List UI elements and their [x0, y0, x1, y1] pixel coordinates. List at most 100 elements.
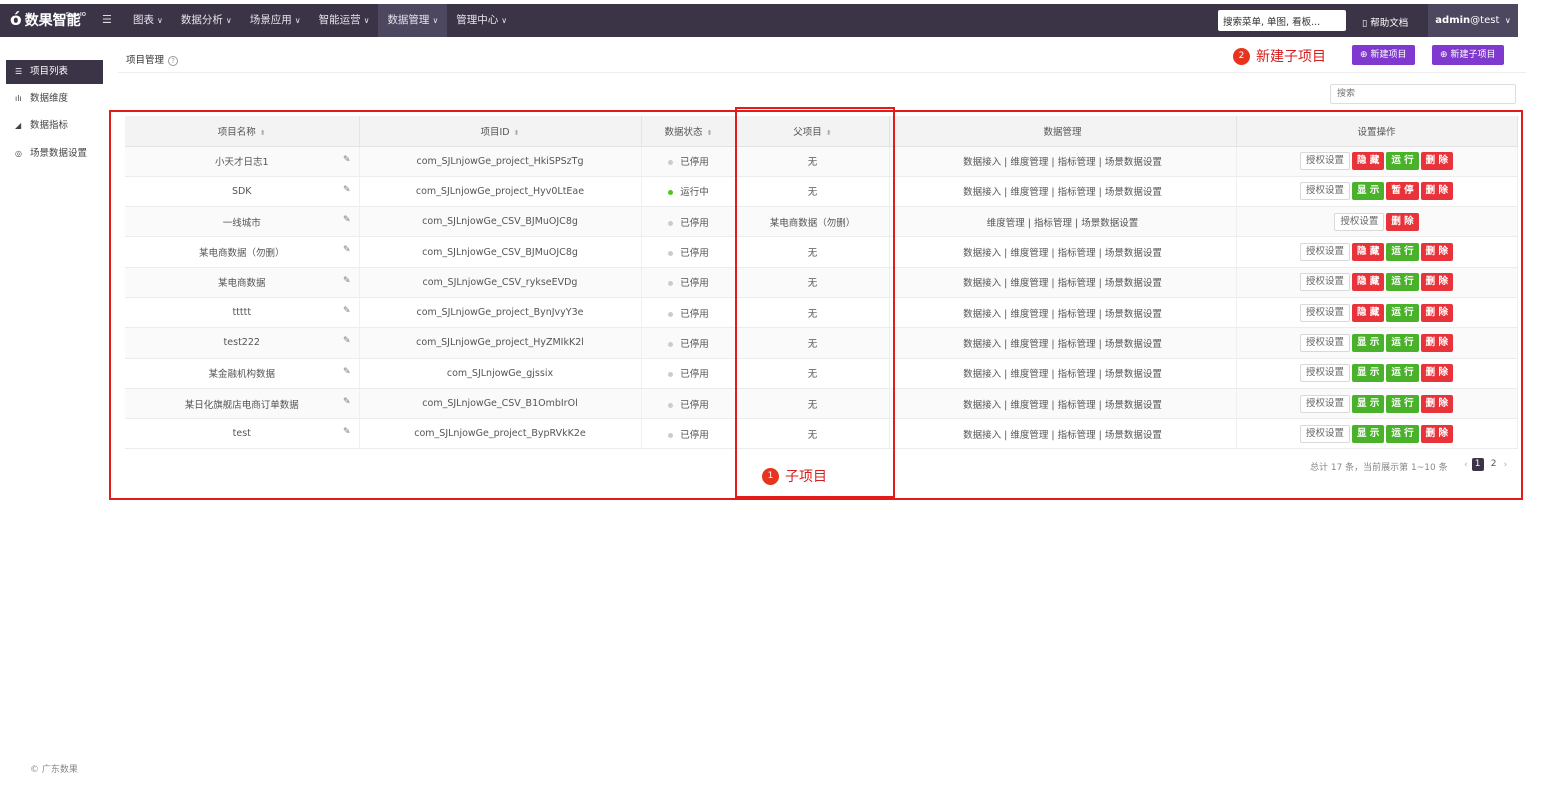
action-button[interactable]: 隐 藏: [1352, 303, 1385, 322]
data-management-link[interactable]: 指标管理: [1058, 309, 1096, 320]
data-management-link[interactable]: 指标管理: [1058, 369, 1096, 380]
action-button[interactable]: 隐 藏: [1352, 273, 1385, 292]
data-management-link[interactable]: 数据接入: [963, 339, 1001, 350]
data-management-link[interactable]: 指标管理: [1034, 218, 1072, 229]
data-management-link[interactable]: 数据接入: [963, 278, 1001, 289]
data-management-link[interactable]: 指标管理: [1058, 339, 1096, 350]
global-search-input[interactable]: [1218, 10, 1346, 31]
sort-icon[interactable]: ⬍: [260, 129, 266, 137]
data-management-link[interactable]: 场景数据设置: [1105, 400, 1162, 411]
action-button[interactable]: 删 除: [1420, 273, 1453, 292]
action-button[interactable]: 授权设置: [1300, 303, 1351, 322]
edit-icon[interactable]: ✎: [343, 306, 351, 316]
data-management-link[interactable]: 指标管理: [1058, 187, 1096, 198]
data-management-link[interactable]: 维度管理: [1010, 187, 1048, 198]
data-management-link[interactable]: 场景数据设置: [1105, 339, 1162, 350]
new-subproject-button[interactable]: ⊕ 新建子项目: [1432, 45, 1504, 65]
action-button[interactable]: 授权设置: [1300, 364, 1351, 383]
data-management-link[interactable]: 维度管理: [1010, 339, 1048, 350]
nav-item[interactable]: 场景应用 ∨: [241, 4, 310, 37]
data-management-link[interactable]: 数据接入: [963, 369, 1001, 380]
action-button[interactable]: 授权设置: [1300, 424, 1351, 443]
nav-item[interactable]: 管理中心 ∨: [447, 4, 516, 37]
prev-page-icon[interactable]: ‹: [1464, 460, 1468, 470]
action-button[interactable]: 显 示: [1352, 394, 1385, 413]
edit-icon[interactable]: ✎: [343, 427, 351, 437]
action-button[interactable]: 显 示: [1352, 182, 1385, 201]
nav-item[interactable]: 图表 ∨: [124, 4, 172, 37]
edit-icon[interactable]: ✎: [343, 336, 351, 346]
edit-icon[interactable]: ✎: [343, 397, 351, 407]
action-button[interactable]: 运 行: [1386, 394, 1419, 413]
action-button[interactable]: 删 除: [1420, 333, 1453, 352]
sidebar-item[interactable]: ılı 数据维度: [6, 87, 103, 111]
action-button[interactable]: 删 除: [1420, 394, 1453, 413]
action-button[interactable]: 删 除: [1420, 152, 1453, 171]
data-management-link[interactable]: 场景数据设置: [1105, 430, 1162, 441]
action-button[interactable]: 运 行: [1386, 152, 1419, 171]
action-button[interactable]: 隐 藏: [1352, 152, 1385, 171]
data-management-link[interactable]: 数据接入: [963, 400, 1001, 411]
data-management-link[interactable]: 维度管理: [1010, 157, 1048, 168]
action-button[interactable]: 删 除: [1420, 303, 1453, 322]
action-button[interactable]: 删 除: [1420, 182, 1453, 201]
data-management-link[interactable]: 维度管理: [1010, 309, 1048, 320]
action-button[interactable]: 删 除: [1420, 364, 1453, 383]
header-parent-project[interactable]: 父项目 ⬍: [736, 116, 890, 147]
data-management-link[interactable]: 指标管理: [1058, 278, 1096, 289]
data-management-link[interactable]: 场景数据设置: [1105, 278, 1162, 289]
edit-icon[interactable]: ✎: [343, 215, 351, 225]
action-button[interactable]: 运 行: [1386, 303, 1419, 322]
sort-icon[interactable]: ⬍: [514, 129, 520, 137]
action-button[interactable]: 显 示: [1352, 333, 1385, 352]
page-number[interactable]: 2: [1488, 458, 1500, 471]
action-button[interactable]: 授权设置: [1300, 333, 1351, 352]
action-button[interactable]: 运 行: [1386, 243, 1419, 262]
data-management-link[interactable]: 维度管理: [1010, 369, 1048, 380]
sort-icon[interactable]: ⬍: [707, 129, 713, 137]
data-management-link[interactable]: 场景数据设置: [1105, 248, 1162, 259]
edit-icon[interactable]: ✎: [343, 185, 351, 195]
data-management-link[interactable]: 数据接入: [963, 248, 1001, 259]
data-management-link[interactable]: 维度管理: [1010, 278, 1048, 289]
action-button[interactable]: 隐 藏: [1352, 243, 1385, 262]
edit-icon[interactable]: ✎: [343, 367, 351, 377]
data-management-link[interactable]: 数据接入: [963, 430, 1001, 441]
data-management-link[interactable]: 场景数据设置: [1105, 309, 1162, 320]
page-number[interactable]: 1: [1471, 458, 1484, 471]
action-button[interactable]: 暂 停: [1386, 182, 1419, 201]
edit-icon[interactable]: ✎: [343, 276, 351, 286]
data-management-link[interactable]: 数据接入: [963, 187, 1001, 198]
next-page-icon[interactable]: ›: [1504, 460, 1508, 470]
action-button[interactable]: 运 行: [1386, 333, 1419, 352]
header-project-id[interactable]: 项目ID ⬍: [359, 116, 642, 147]
nav-item[interactable]: 智能运营 ∨: [310, 4, 379, 37]
action-button[interactable]: 删 除: [1420, 243, 1453, 262]
action-button[interactable]: 运 行: [1386, 364, 1419, 383]
data-management-link[interactable]: 场景数据设置: [1105, 369, 1162, 380]
data-management-link[interactable]: 数据接入: [963, 157, 1001, 168]
data-management-link[interactable]: 场景数据设置: [1105, 187, 1162, 198]
action-button[interactable]: 授权设置: [1300, 273, 1351, 292]
action-button[interactable]: 删 除: [1386, 212, 1419, 231]
data-management-link[interactable]: 维度管理: [1010, 248, 1048, 259]
data-management-link[interactable]: 指标管理: [1058, 248, 1096, 259]
edit-icon[interactable]: ✎: [343, 245, 351, 255]
action-button[interactable]: 运 行: [1386, 424, 1419, 443]
sidebar-item[interactable]: ◎ 场景数据设置: [6, 142, 103, 166]
action-button[interactable]: 显 示: [1352, 424, 1385, 443]
data-management-link[interactable]: 数据接入: [963, 309, 1001, 320]
new-project-button[interactable]: ⊕ 新建项目: [1352, 45, 1415, 65]
data-management-link[interactable]: 场景数据设置: [1105, 157, 1162, 168]
help-docs-link[interactable]: ▯ 帮助文档: [1362, 15, 1408, 29]
action-button[interactable]: 授权设置: [1300, 182, 1351, 201]
header-data-status[interactable]: 数据状态 ⬍: [641, 116, 737, 147]
sidebar-item[interactable]: ☰ 项目列表: [6, 60, 103, 84]
logo[interactable]: ó 数果智能 SugoIO: [10, 10, 104, 30]
data-management-link[interactable]: 维度管理: [1010, 430, 1048, 441]
nav-item[interactable]: 数据管理 ∨: [378, 4, 448, 37]
menu-toggle-icon[interactable]: ☰: [102, 13, 112, 26]
action-button[interactable]: 授权设置: [1300, 394, 1351, 413]
action-button[interactable]: 运 行: [1386, 273, 1419, 292]
data-management-link[interactable]: 维度管理: [987, 218, 1025, 229]
